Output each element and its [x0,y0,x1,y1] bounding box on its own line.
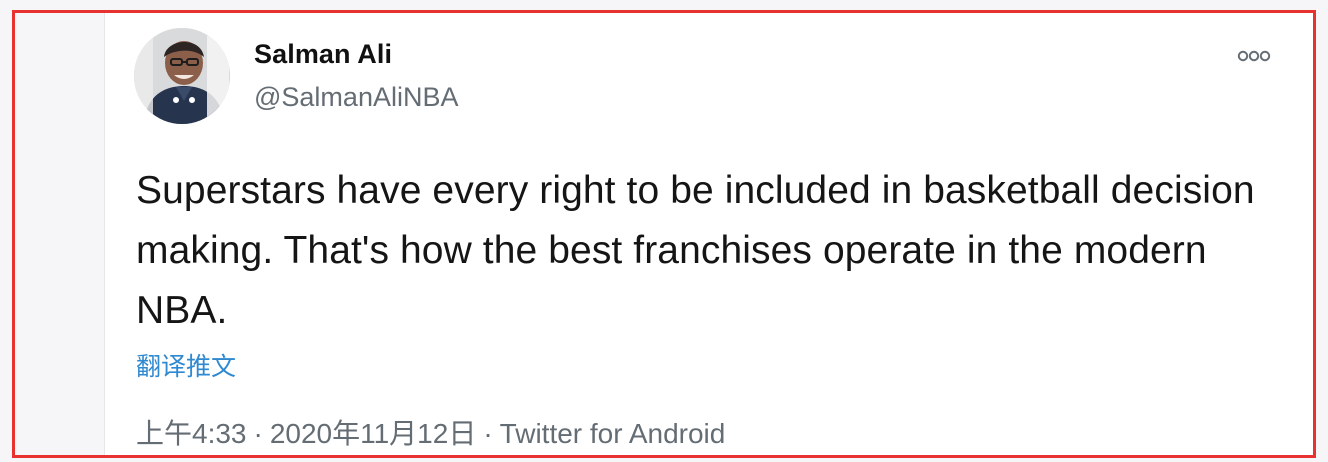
screenshot-frame: Salman Ali @SalmanAliNBA Superstars have… [0,0,1328,462]
highlight-border [12,10,1316,458]
